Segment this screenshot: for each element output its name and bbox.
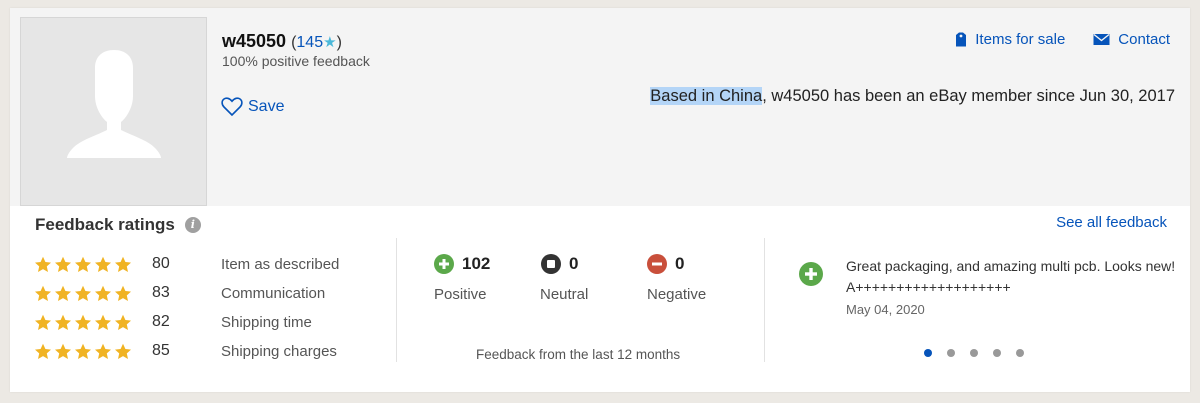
rating-label: Communication bbox=[221, 284, 326, 302]
carousel-dots bbox=[924, 349, 1039, 357]
tag-icon bbox=[956, 32, 967, 47]
rating-score: 80 bbox=[152, 255, 170, 272]
star-icon bbox=[95, 256, 111, 272]
rating-stars bbox=[34, 256, 134, 273]
feedback-score-link[interactable]: 145 bbox=[296, 34, 323, 51]
seller-header: w45050 (145★) 100% positive feedback Sav… bbox=[10, 8, 1190, 206]
save-button[interactable]: Save bbox=[221, 97, 284, 117]
star-icon bbox=[55, 256, 71, 272]
seller-name-line: w45050 (145★) bbox=[222, 31, 342, 52]
score-close-paren: ) bbox=[336, 34, 342, 51]
star-icon bbox=[75, 314, 91, 330]
carousel-dot[interactable] bbox=[947, 349, 955, 357]
rating-row: 80 Item as described bbox=[34, 253, 339, 275]
avatar-placeholder-icon bbox=[67, 50, 161, 158]
items-for-sale-label: Items for sale bbox=[975, 31, 1066, 48]
items-for-sale-link[interactable]: Items for sale bbox=[955, 31, 1065, 48]
avatar bbox=[20, 17, 207, 206]
positive-count-value: 102 bbox=[462, 254, 491, 273]
envelope-icon bbox=[1093, 33, 1110, 45]
star-icon bbox=[75, 343, 91, 359]
feedback-comment-date: May 04, 2020 bbox=[846, 302, 925, 317]
member-since-rest: , w45050 has been an eBay member since J… bbox=[762, 87, 1175, 105]
rating-score: 85 bbox=[152, 342, 170, 359]
positive-count[interactable]: 102 bbox=[434, 254, 490, 274]
rating-stars bbox=[34, 314, 134, 331]
star-icon: ★ bbox=[323, 34, 337, 51]
feedback-ratings-title: Feedback ratings bbox=[35, 215, 175, 234]
section-divider bbox=[764, 238, 765, 362]
star-icon bbox=[95, 285, 111, 301]
carousel-dot[interactable] bbox=[970, 349, 978, 357]
star-icon bbox=[55, 285, 71, 301]
feedback-ratings-heading: Feedback ratings i bbox=[35, 215, 201, 235]
rating-label: Shipping time bbox=[221, 313, 312, 331]
star-icon bbox=[35, 256, 51, 272]
rating-row: 82 Shipping time bbox=[34, 311, 312, 333]
feedback-score: (145★) bbox=[291, 34, 342, 51]
seller-card: w45050 (145★) 100% positive feedback Sav… bbox=[10, 8, 1190, 392]
neutral-count[interactable]: 0 bbox=[541, 254, 578, 274]
star-icon bbox=[35, 343, 51, 359]
feedback-comment: Great packaging, and amazing multi pcb. … bbox=[846, 258, 1176, 295]
star-icon bbox=[75, 256, 91, 272]
info-icon[interactable]: i bbox=[184, 217, 201, 233]
rating-score: 82 bbox=[152, 313, 170, 330]
negative-count-value: 0 bbox=[675, 254, 685, 273]
star-icon bbox=[95, 314, 111, 330]
minus-circle-icon bbox=[647, 254, 667, 274]
rating-score: 83 bbox=[152, 284, 170, 301]
save-label: Save bbox=[248, 98, 285, 115]
negative-count[interactable]: 0 bbox=[647, 254, 684, 274]
rating-stars bbox=[34, 343, 134, 360]
contact-label: Contact bbox=[1118, 31, 1170, 48]
neutral-label: Neutral bbox=[540, 286, 589, 303]
star-icon bbox=[35, 285, 51, 301]
carousel-dot[interactable] bbox=[1016, 349, 1024, 357]
rating-row: 83 Communication bbox=[34, 282, 325, 304]
carousel-dot[interactable] bbox=[924, 349, 932, 357]
star-icon bbox=[115, 314, 131, 330]
positive-feedback-percent: 100% positive feedback bbox=[222, 53, 370, 69]
see-all-feedback-link[interactable]: See all feedback bbox=[1056, 214, 1167, 231]
star-icon bbox=[95, 343, 111, 359]
contact-link[interactable]: Contact bbox=[1093, 31, 1170, 48]
star-icon bbox=[55, 343, 71, 359]
stop-circle-icon bbox=[541, 254, 561, 274]
feedback-period: Feedback from the last 12 months bbox=[476, 347, 681, 362]
rating-label: Item as described bbox=[221, 255, 340, 273]
plus-circle-icon bbox=[799, 262, 823, 286]
star-icon bbox=[55, 314, 71, 330]
neutral-count-value: 0 bbox=[569, 254, 579, 273]
negative-label: Negative bbox=[647, 286, 707, 303]
top-links: Items for sale Contact bbox=[927, 31, 1170, 48]
carousel-dot[interactable] bbox=[993, 349, 1001, 357]
star-icon bbox=[35, 314, 51, 330]
rating-row: 85 Shipping charges bbox=[34, 340, 337, 362]
plus-circle-icon bbox=[434, 254, 454, 274]
member-since-text: Based in China, w45050 has been an eBay … bbox=[650, 87, 1175, 106]
star-icon bbox=[115, 256, 131, 272]
seller-username[interactable]: w45050 bbox=[222, 31, 286, 51]
section-divider bbox=[396, 238, 397, 362]
rating-stars bbox=[34, 285, 134, 302]
heart-outline-icon bbox=[221, 97, 243, 117]
positive-label: Positive bbox=[434, 286, 487, 303]
star-icon bbox=[75, 285, 91, 301]
star-icon bbox=[115, 343, 131, 359]
star-icon bbox=[115, 285, 131, 301]
rating-label: Shipping charges bbox=[221, 342, 337, 360]
location-highlight: Based in China bbox=[650, 87, 763, 105]
